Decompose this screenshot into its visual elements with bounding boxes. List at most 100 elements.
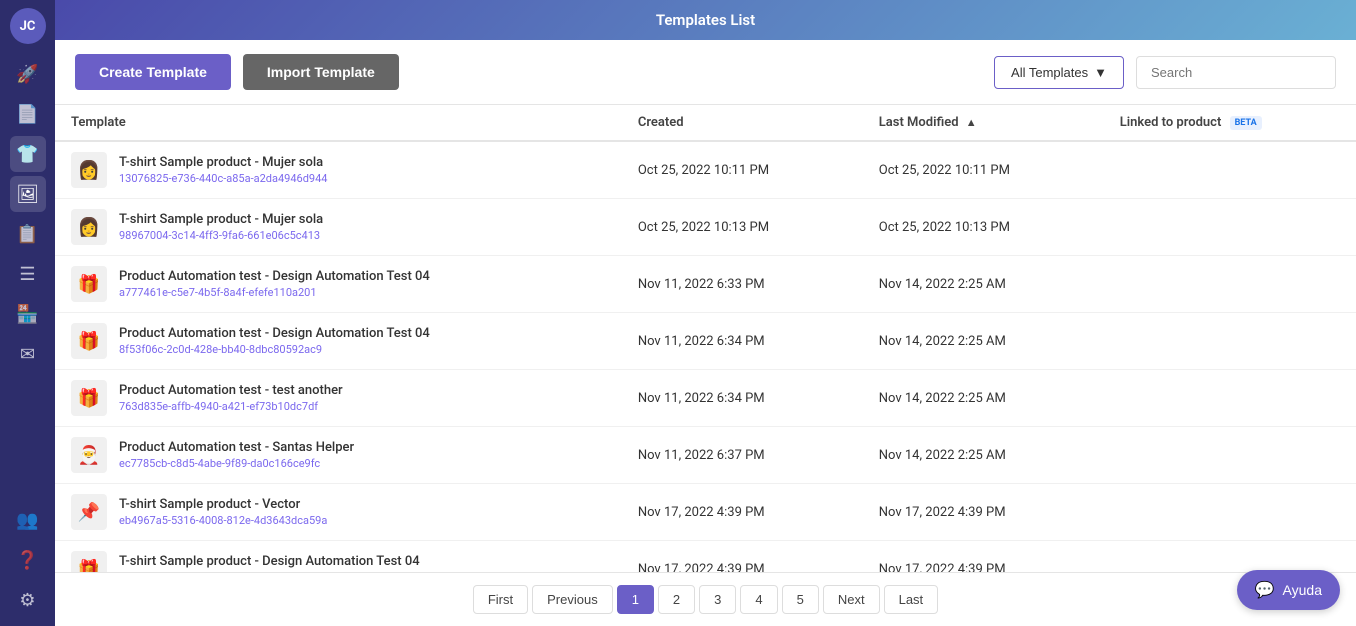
template-name-5: Product Automation test - Santas Helper: [119, 440, 354, 455]
template-cell-7: 🎁 T-shirt Sample product - Design Automa…: [55, 541, 622, 573]
linked-cell-4: [1104, 370, 1356, 427]
created-cell-1: Oct 25, 2022 10:13 PM: [622, 199, 863, 256]
first-page-button[interactable]: First: [473, 585, 528, 614]
created-cell-2: Nov 11, 2022 6:33 PM: [622, 256, 863, 313]
template-id-5: ec7785cb-c8d5-4abe-9f89-da0c166ce9fc: [119, 457, 354, 470]
created-cell-4: Nov 11, 2022 6:34 PM: [622, 370, 863, 427]
column-modified[interactable]: Last Modified ▲: [863, 105, 1104, 141]
template-info-1: T-shirt Sample product - Mujer sola 9896…: [119, 212, 323, 242]
template-info-0: T-shirt Sample product - Mujer sola 1307…: [119, 155, 327, 185]
document-icon[interactable]: 📄: [10, 96, 46, 132]
template-info-4: Product Automation test - test another 7…: [119, 383, 343, 413]
template-thumb-4: 🎁: [71, 380, 107, 416]
template-id-4: 763d835e-affb-4940-a421-ef73b10dc7df: [119, 400, 343, 413]
page-3-button[interactable]: 3: [699, 585, 736, 614]
template-id-3: 8f53f06c-2c0d-428e-bb40-8dbc80592ac9: [119, 343, 430, 356]
created-cell-6: Nov 17, 2022 4:39 PM: [622, 484, 863, 541]
table-row[interactable]: 🎁 T-shirt Sample product - Design Automa…: [55, 541, 1356, 573]
table-row[interactable]: 🎅 Product Automation test - Santas Helpe…: [55, 427, 1356, 484]
linked-cell-0: [1104, 141, 1356, 199]
ayuda-icon: 💬: [1255, 580, 1275, 600]
created-cell-5: Nov 11, 2022 6:37 PM: [622, 427, 863, 484]
rocket-icon[interactable]: 🚀: [10, 56, 46, 92]
book-icon[interactable]: 📋: [10, 216, 46, 252]
modified-cell-4: Nov 14, 2022 2:25 AM: [863, 370, 1104, 427]
table-row[interactable]: 🎁 Product Automation test - Design Autom…: [55, 313, 1356, 370]
table-row[interactable]: 🎁 Product Automation test - Design Autom…: [55, 256, 1356, 313]
template-thumb-1: 👩: [71, 209, 107, 245]
column-template: Template: [55, 105, 622, 141]
linked-cell-5: [1104, 427, 1356, 484]
template-id-1: 98967004-3c14-4ff3-9fa6-661e06c5c413: [119, 229, 323, 242]
template-id-6: eb4967a5-5316-4008-812e-4d3643dca59a: [119, 514, 327, 527]
list-icon[interactable]: ☰: [10, 256, 46, 292]
template-cell-4: 🎁 Product Automation test - test another…: [55, 370, 622, 427]
created-cell-0: Oct 25, 2022 10:11 PM: [622, 141, 863, 199]
previous-page-button[interactable]: Previous: [532, 585, 613, 614]
chevron-down-icon: ▼: [1094, 65, 1107, 80]
search-input[interactable]: [1136, 56, 1336, 89]
store-icon[interactable]: 🏪: [10, 296, 46, 332]
users-icon[interactable]: 👥: [10, 502, 46, 538]
page-4-button[interactable]: 4: [740, 585, 777, 614]
template-name-6: T-shirt Sample product - Vector: [119, 497, 327, 512]
table-row[interactable]: 👩 T-shirt Sample product - Mujer sola 13…: [55, 141, 1356, 199]
modified-cell-0: Oct 25, 2022 10:11 PM: [863, 141, 1104, 199]
linked-cell-6: [1104, 484, 1356, 541]
settings-icon[interactable]: ⚙: [10, 582, 46, 618]
avatar[interactable]: JC: [10, 8, 46, 44]
template-info-6: T-shirt Sample product - Vector eb4967a5…: [119, 497, 327, 527]
created-cell-3: Nov 11, 2022 6:34 PM: [622, 313, 863, 370]
table-row[interactable]: 👩 T-shirt Sample product - Mujer sola 98…: [55, 199, 1356, 256]
template-thumb-6: 📌: [71, 494, 107, 530]
template-name-0: T-shirt Sample product - Mujer sola: [119, 155, 327, 170]
created-cell-7: Nov 17, 2022 4:39 PM: [622, 541, 863, 573]
tshirt-icon[interactable]: 👕: [10, 136, 46, 172]
table-header-row: Template Created Last Modified ▲ Linked …: [55, 105, 1356, 141]
main-content: Templates List Create Template Import Te…: [55, 0, 1356, 626]
modified-cell-6: Nov 17, 2022 4:39 PM: [863, 484, 1104, 541]
table-row[interactable]: 📌 T-shirt Sample product - Vector eb4967…: [55, 484, 1356, 541]
email-icon[interactable]: ✉: [10, 336, 46, 372]
import-template-button[interactable]: Import Template: [243, 54, 399, 90]
linked-cell-1: [1104, 199, 1356, 256]
sort-arrow-modified: ▲: [966, 116, 977, 129]
last-page-button[interactable]: Last: [884, 585, 939, 614]
template-info-7: T-shirt Sample product - Design Automati…: [119, 554, 420, 572]
templates-table-container: Template Created Last Modified ▲ Linked …: [55, 105, 1356, 572]
modified-cell-1: Oct 25, 2022 10:13 PM: [863, 199, 1104, 256]
column-created[interactable]: Created: [622, 105, 863, 141]
next-page-button[interactable]: Next: [823, 585, 880, 614]
template-id-2: a777461e-c5e7-4b5f-8a4f-efefe110a201: [119, 286, 430, 299]
template-name-7: T-shirt Sample product - Design Automati…: [119, 554, 420, 569]
page-1-button[interactable]: 1: [617, 585, 654, 614]
linked-cell-2: [1104, 256, 1356, 313]
content-area: Create Template Import Template All Temp…: [55, 40, 1356, 626]
template-info-5: Product Automation test - Santas Helper …: [119, 440, 354, 470]
template-name-2: Product Automation test - Design Automat…: [119, 269, 430, 284]
modified-cell-5: Nov 14, 2022 2:25 AM: [863, 427, 1104, 484]
template-name-3: Product Automation test - Design Automat…: [119, 326, 430, 341]
template-cell-0: 👩 T-shirt Sample product - Mujer sola 13…: [55, 141, 622, 199]
ayuda-button[interactable]: 💬 Ayuda: [1237, 570, 1340, 610]
create-template-button[interactable]: Create Template: [75, 54, 231, 90]
modified-cell-2: Nov 14, 2022 2:25 AM: [863, 256, 1104, 313]
template-thumb-2: 🎁: [71, 266, 107, 302]
template-cell-6: 📌 T-shirt Sample product - Vector eb4967…: [55, 484, 622, 541]
filter-dropdown-button[interactable]: All Templates ▼: [994, 56, 1124, 89]
linked-cell-7: [1104, 541, 1356, 573]
table-row[interactable]: 🎁 Product Automation test - test another…: [55, 370, 1356, 427]
column-linked: Linked to product BETA: [1104, 105, 1356, 141]
help-icon[interactable]: ❓: [10, 542, 46, 578]
sidebar: JC 🚀 📄 👕 🖼 📋 ☰ 🏪 ✉ 👥 ❓ ⚙: [0, 0, 55, 626]
template-thumb-0: 👩: [71, 152, 107, 188]
page-5-button[interactable]: 5: [782, 585, 819, 614]
page-2-button[interactable]: 2: [658, 585, 695, 614]
topbar: Templates List: [55, 0, 1356, 40]
template-icon[interactable]: 🖼: [10, 176, 46, 212]
template-name-1: T-shirt Sample product - Mujer sola: [119, 212, 323, 227]
template-cell-2: 🎁 Product Automation test - Design Autom…: [55, 256, 622, 313]
filter-label: All Templates: [1011, 65, 1088, 80]
ayuda-label: Ayuda: [1283, 582, 1322, 598]
modified-cell-3: Nov 14, 2022 2:25 AM: [863, 313, 1104, 370]
